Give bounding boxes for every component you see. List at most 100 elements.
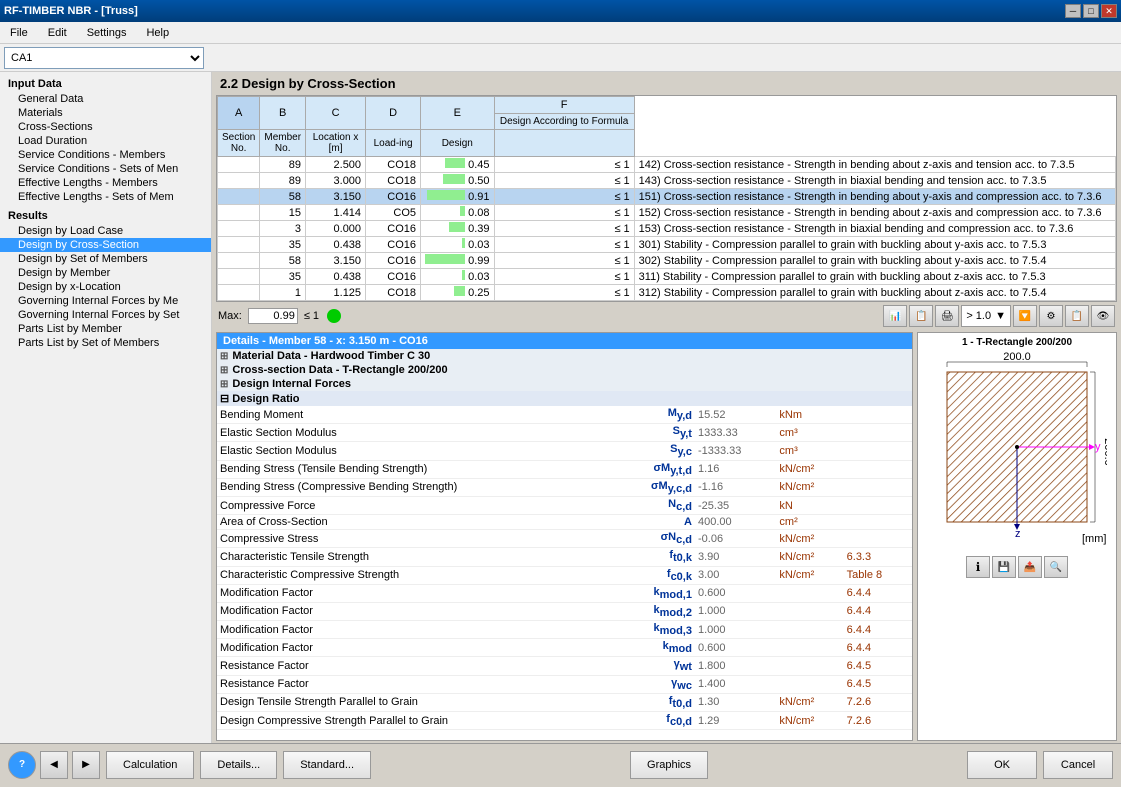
menu-edit[interactable]: Edit xyxy=(42,25,73,41)
detail-row: Area of Cross-SectionA400.00cm² xyxy=(217,515,912,530)
sidebar-item-parts-member[interactable]: Parts List by Member xyxy=(0,322,211,336)
ok-button[interactable]: OK xyxy=(967,751,1037,779)
detail-name: Compressive Stress xyxy=(217,530,618,548)
toggle-icon: ⊞ xyxy=(220,351,228,362)
svg-text:z: z xyxy=(1015,528,1021,540)
detail-value: 1.29 xyxy=(695,712,776,730)
table-row[interactable]: 58 3.150 CO16 0.99 ≤ 1 302) Stability - … xyxy=(218,253,1116,269)
table-row[interactable]: 1 1.125 CO18 0.25 ≤ 1 312) Stability - C… xyxy=(218,285,1116,301)
main-area: Input Data General Data Materials Cross-… xyxy=(0,72,1121,743)
cancel-button[interactable]: Cancel xyxy=(1043,751,1113,779)
filter-icon-btn[interactable]: 🔽 xyxy=(1013,305,1037,327)
sidebar-item-cross-sections[interactable]: Cross-Sections xyxy=(0,120,211,134)
sidebar-item-general[interactable]: General Data xyxy=(0,92,211,106)
help-icon-btn[interactable]: ? xyxy=(8,751,36,779)
eye-icon-btn[interactable]: 👁 xyxy=(1091,305,1115,327)
table-row[interactable]: 3 0.000 CO16 0.39 ≤ 1 153) Cross-section… xyxy=(218,221,1116,237)
chart-icon-btn[interactable]: 📊 xyxy=(883,305,907,327)
prev-icon-btn[interactable]: ◀ xyxy=(40,751,68,779)
info-icon-btn[interactable]: ℹ xyxy=(966,556,990,578)
sidebar-item-eff-members[interactable]: Effective Lengths - Members xyxy=(0,176,211,190)
export-icon-btn[interactable]: 📤 xyxy=(1018,556,1042,578)
design-cell: 0.03 xyxy=(421,269,494,285)
details-table: Bending MomentMy,d15.52kNm Elastic Secti… xyxy=(217,406,912,730)
design-cell: 0.25 xyxy=(421,285,494,301)
sidebar-item-materials[interactable]: Materials xyxy=(0,106,211,120)
le-cell: ≤ 1 xyxy=(494,253,634,269)
detail-symbol: σNc,d xyxy=(618,530,695,548)
maximize-button[interactable]: □ xyxy=(1083,4,1099,18)
chevron-down-icon[interactable]: ▼ xyxy=(995,310,1006,322)
filter-dropdown[interactable]: > 1.0 ▼ xyxy=(961,305,1011,327)
details-title: Details - Member 58 - x: 3.150 m - CO16 xyxy=(217,333,912,349)
table-row[interactable]: 15 1.414 CO5 0.08 ≤ 1 152) Cross-section… xyxy=(218,205,1116,221)
detail-ref xyxy=(844,424,912,442)
sidebar-item-design-member[interactable]: Design by Member xyxy=(0,266,211,280)
sidebar-item-service-sets[interactable]: Service Conditions - Sets of Men xyxy=(0,162,211,176)
col-header-b: B xyxy=(260,97,306,130)
section-cell xyxy=(218,221,260,237)
detail-unit: kN/cm² xyxy=(776,478,843,496)
member-cell: 89 xyxy=(260,157,306,173)
detail-value: 3.90 xyxy=(695,548,776,566)
detail-ref: 6.4.4 xyxy=(844,639,912,657)
detail-value: 1333.33 xyxy=(695,424,776,442)
table-row[interactable]: 35 0.438 CO16 0.03 ≤ 1 301) Stability - … xyxy=(218,237,1116,253)
sidebar-item-design-cross[interactable]: Design by Cross-Section xyxy=(0,238,211,252)
sidebar-item-governing-member[interactable]: Governing Internal Forces by Me xyxy=(0,294,211,308)
cs-diagram-svg: 200.0 200.0 xyxy=(927,352,1107,552)
sidebar-item-design-set[interactable]: Design by Set of Members xyxy=(0,252,211,266)
svg-text:[mm]: [mm] xyxy=(1082,533,1106,545)
table-icon-btn[interactable]: 📋 xyxy=(909,305,933,327)
details-button[interactable]: Details... xyxy=(200,751,277,779)
detail-value: 400.00 xyxy=(695,515,776,530)
sidebar-item-design-load[interactable]: Design by Load Case xyxy=(0,224,211,238)
sidebar-item-load-duration[interactable]: Load Duration xyxy=(0,134,211,148)
main-table-container[interactable]: A B C D E F Design According to Formula … xyxy=(216,95,1117,302)
detail-unit xyxy=(776,621,843,639)
zoom-icon-btn[interactable]: 🔍 xyxy=(1044,556,1068,578)
design-cell: 0.39 xyxy=(421,221,494,237)
section-title: 2.2 Design by Cross-Section xyxy=(212,72,1121,95)
design-internal-forces-section[interactable]: ⊞ Design Internal Forces xyxy=(217,377,912,391)
menu-file[interactable]: File xyxy=(4,25,34,41)
material-data-section[interactable]: ⊞ Material Data - Hardwood Timber C 30 xyxy=(217,349,912,363)
sidebar-item-parts-set[interactable]: Parts List by Set of Members xyxy=(0,336,211,350)
sidebar-item-design-x[interactable]: Design by x-Location xyxy=(0,280,211,294)
close-button[interactable]: ✕ xyxy=(1101,4,1117,18)
loading-cell: CO18 xyxy=(366,173,421,189)
detail-unit: kN/cm² xyxy=(776,530,843,548)
view-icon-btn[interactable]: 📋 xyxy=(1065,305,1089,327)
standard-button[interactable]: Standard... xyxy=(283,751,371,779)
status-indicator xyxy=(327,309,341,323)
table-row[interactable]: 89 3.000 CO18 0.50 ≤ 1 143) Cross-sectio… xyxy=(218,173,1116,189)
details-section: Details - Member 58 - x: 3.150 m - CO16 … xyxy=(212,330,1121,743)
next-icon-btn[interactable]: ▶ xyxy=(72,751,100,779)
sidebar-item-service-members[interactable]: Service Conditions - Members xyxy=(0,148,211,162)
max-value-input[interactable] xyxy=(248,308,298,324)
menu-settings[interactable]: Settings xyxy=(81,25,133,41)
detail-value: 1.000 xyxy=(695,602,776,620)
table-row[interactable]: 58 3.150 CO16 0.91 ≤ 1 151) Cross-sectio… xyxy=(218,189,1116,205)
table-row[interactable]: 89 2.500 CO18 0.45 ≤ 1 142) Cross-sectio… xyxy=(218,157,1116,173)
cross-section-data-section[interactable]: ⊞ Cross-section Data - T-Rectangle 200/2… xyxy=(217,363,912,377)
col-header-c: C xyxy=(306,97,366,130)
detail-symbol: γwt xyxy=(618,657,695,675)
sidebar-item-eff-sets[interactable]: Effective Lengths - Sets of Mem xyxy=(0,190,211,204)
menu-help[interactable]: Help xyxy=(140,25,175,41)
minimize-button[interactable]: ─ xyxy=(1065,4,1081,18)
calculation-button[interactable]: Calculation xyxy=(106,751,194,779)
le-cell: ≤ 1 xyxy=(494,285,634,301)
table-row[interactable]: 35 0.438 CO16 0.03 ≤ 1 311) Stability - … xyxy=(218,269,1116,285)
ca-dropdown[interactable]: CA1 xyxy=(4,47,204,69)
detail-name: Resistance Factor xyxy=(217,657,618,675)
sidebar-item-governing-set[interactable]: Governing Internal Forces by Set xyxy=(0,308,211,322)
member-cell: 1 xyxy=(260,285,306,301)
max-row: Max: ≤ 1 📊 📋 🖨 > 1.0 ▼ 🔽 ⚙ 📋 👁 xyxy=(212,302,1121,330)
print-icon-btn[interactable]: 🖨 xyxy=(935,305,959,327)
settings-icon-btn[interactable]: ⚙ xyxy=(1039,305,1063,327)
graphics-button[interactable]: Graphics xyxy=(630,751,708,779)
detail-value: 3.00 xyxy=(695,566,776,584)
detail-row: Modification Factorkmod,10.6006.4.4 xyxy=(217,584,912,602)
save-icon-btn[interactable]: 💾 xyxy=(992,556,1016,578)
